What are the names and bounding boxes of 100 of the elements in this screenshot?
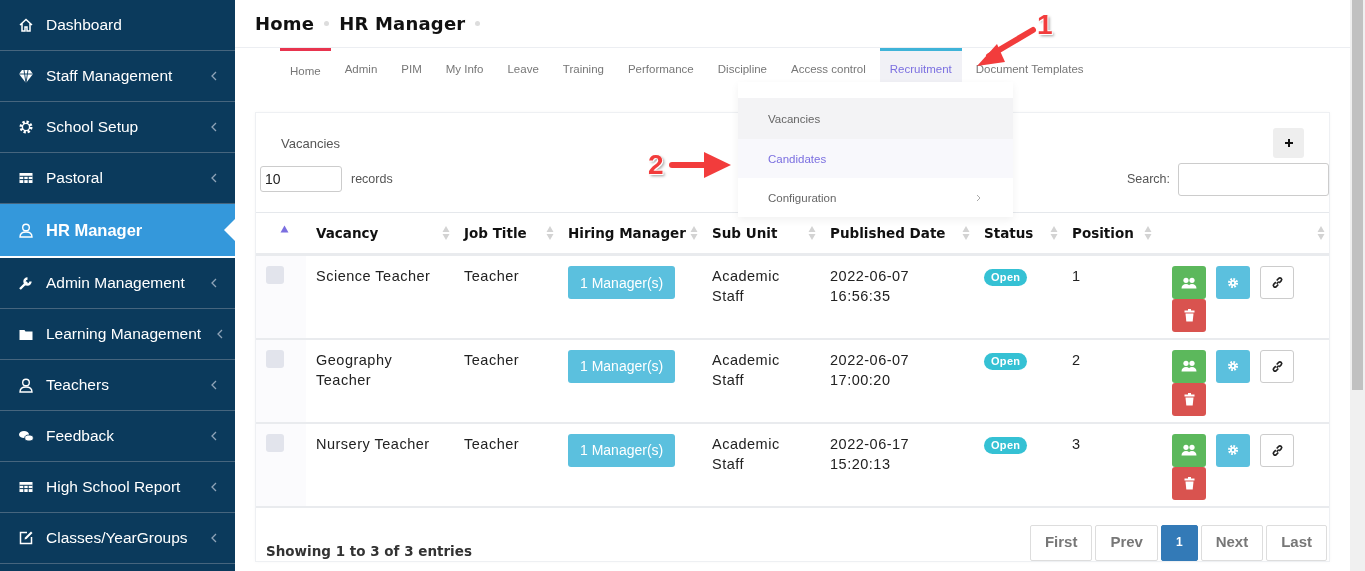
trash-icon: [1183, 392, 1195, 406]
column-header[interactable]: Job Title: [464, 225, 527, 241]
delete-button[interactable]: [1172, 466, 1206, 500]
chevron-left-icon: [217, 329, 224, 339]
edit-icon: [18, 530, 34, 546]
table-cell-text: Teacher: [464, 434, 520, 454]
chevron-left-icon: [211, 173, 217, 183]
link-button[interactable]: [1260, 266, 1294, 299]
sidebar-item[interactable]: Dashboard: [0, 0, 235, 51]
wrench-icon: [18, 275, 34, 291]
pagination-button[interactable]: Prev: [1095, 524, 1158, 561]
table-cell-text: 2022-06-07 16:56:35: [830, 267, 911, 306]
table-cell-text: Teacher: [464, 350, 520, 370]
table-cell-text: 2022-06-07 17:00:20: [830, 350, 911, 390]
sidebar-item[interactable]: High School Report: [0, 462, 235, 513]
settings-icon: [1227, 444, 1239, 456]
candidates-button[interactable]: [1172, 266, 1206, 299]
nav-tab[interactable]: Recruitment: [879, 48, 962, 83]
sidebar-item[interactable]: Learning Management: [0, 309, 235, 360]
link-button[interactable]: [1260, 433, 1294, 467]
nav-tab[interactable]: PIM: [391, 48, 432, 83]
users-icon: [1181, 444, 1197, 456]
chevron-left-icon: [211, 278, 217, 288]
table-cell-text: Academic Staff: [712, 267, 781, 306]
nav-tab[interactable]: Discipline: [707, 48, 777, 83]
nav-tab[interactable]: Training: [552, 48, 614, 83]
checkbox[interactable]: [266, 266, 284, 284]
menu-item[interactable]: Candidates: [738, 139, 1013, 178]
column-header[interactable]: Published Date: [830, 225, 946, 241]
settings-button[interactable]: [1216, 433, 1250, 467]
column-header[interactable]: Vacancy: [316, 225, 379, 241]
menu-item[interactable]: Configuration: [738, 178, 1013, 217]
link-button[interactable]: [1260, 349, 1294, 383]
pagination-button[interactable]: First: [1029, 524, 1093, 561]
column-header[interactable]: Sub Unit: [712, 225, 778, 241]
pagination-button[interactable]: 1: [1160, 524, 1198, 561]
sidebar-item[interactable]: Admin Management: [0, 258, 235, 309]
sidebar-item[interactable]: HR Manager: [0, 204, 235, 258]
nav-tab[interactable]: Home: [280, 48, 331, 83]
nav-tab[interactable]: Document Templates: [965, 48, 1094, 83]
sidebar-item[interactable]: School Setup: [0, 102, 235, 153]
column-header[interactable]: Hiring Manager: [568, 225, 686, 241]
annotation-number: 2: [648, 150, 664, 180]
table-cell-text: 2: [1072, 350, 1081, 370]
search-field[interactable]: [1178, 162, 1329, 196]
nav-tab[interactable]: My Info: [435, 48, 494, 83]
entries-info: Showing 1 to 3 of 3 entries: [266, 542, 472, 559]
table-cell-text: Science Teacher: [316, 267, 431, 286]
separator-dot: [475, 21, 481, 26]
user-icon: [18, 222, 34, 238]
column-header[interactable]: Status: [984, 225, 1034, 241]
link-icon: [1270, 443, 1284, 457]
status-badge: Open: [984, 436, 1028, 454]
users-icon: [1181, 360, 1197, 372]
pagination-button[interactable]: Last: [1266, 524, 1327, 561]
nav-tab[interactable]: Leave: [497, 48, 549, 83]
candidates-button[interactable]: [1172, 433, 1206, 467]
menu-item[interactable]: Vacancies: [738, 98, 1013, 139]
table-cell-text: Teacher: [464, 267, 520, 286]
table-cell-text: Nursery Teacher: [316, 434, 430, 454]
sidebar-item[interactable]: Feedback: [0, 411, 235, 462]
sidebar-item[interactable]: Teachers: [0, 360, 235, 411]
plus-icon: [1283, 138, 1294, 148]
annotation-number: 1: [1037, 10, 1053, 40]
menu-item-label: Vacancies: [768, 112, 821, 125]
delete-button[interactable]: [1172, 382, 1206, 416]
table-cell-text: Geography Teacher: [316, 350, 394, 390]
diamond-icon: [18, 68, 34, 84]
chevron-left-icon: [211, 431, 217, 441]
settings-icon: [1227, 360, 1239, 372]
records-field[interactable]: 10: [260, 166, 342, 192]
checkbox[interactable]: [266, 349, 284, 368]
status-badge: Open: [984, 352, 1028, 370]
nav-tab[interactable]: Performance: [617, 48, 704, 83]
nav-tab[interactable]: Access control: [781, 48, 876, 83]
candidates-button[interactable]: [1172, 349, 1206, 383]
chevron-left-icon: [211, 482, 217, 492]
settings-button[interactable]: [1216, 349, 1250, 383]
nav-tab[interactable]: Admin: [334, 48, 388, 83]
trash-icon: [1183, 476, 1195, 490]
menu-item-label: Candidates: [768, 152, 827, 165]
delete-button[interactable]: [1172, 299, 1206, 332]
pagination-button[interactable]: Next: [1200, 524, 1264, 561]
table-cell-text: 3: [1072, 434, 1081, 454]
sidebar-item[interactable]: Classes/YearGroups: [0, 513, 235, 564]
sidebar-item[interactable]: Staff Management: [0, 51, 235, 102]
breadcrumb-item[interactable]: Home: [255, 13, 315, 34]
chevron-left-icon: [211, 533, 217, 543]
breadcrumb-item[interactable]: HR Manager: [339, 13, 466, 34]
active-pointer: [224, 219, 235, 241]
chevron-left-icon: [211, 380, 217, 390]
add-button[interactable]: [1273, 128, 1304, 158]
table-cell-text: Academic Staff: [712, 434, 781, 474]
column-header[interactable]: Position: [1072, 225, 1134, 241]
checkbox[interactable]: [266, 433, 284, 452]
table-cell-text: Academic Staff: [712, 350, 781, 390]
table-cell-text: 1: [1072, 267, 1081, 286]
status-badge: Open: [984, 269, 1028, 286]
settings-button[interactable]: [1216, 266, 1250, 299]
separator-dot: [324, 21, 330, 26]
